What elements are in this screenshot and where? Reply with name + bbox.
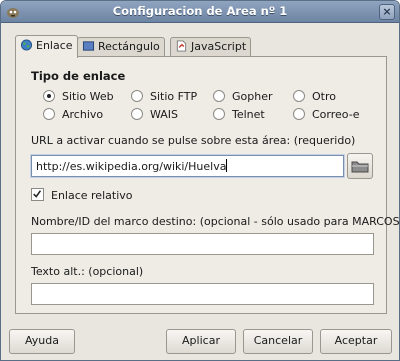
dialog-window: Configuracion de Area nº 1 × Enlace Rect… <box>0 0 400 361</box>
url-label: URL a activar cuando se pulse sobre esta… <box>31 134 356 147</box>
radio-label: Sitio FTP <box>150 90 198 103</box>
radio-label: Otro <box>312 90 336 103</box>
radio-button[interactable] <box>293 90 305 102</box>
radio-label: WAIS <box>150 108 179 121</box>
relative-link-checkbox[interactable]: Enlace relativo <box>31 188 133 202</box>
radio-button[interactable] <box>213 90 225 102</box>
browse-button[interactable] <box>347 153 373 179</box>
tab-label: JavaScript <box>191 40 247 53</box>
title-bar[interactable]: Configuracion de Area nº 1 × <box>1 1 399 23</box>
url-input[interactable]: http://es.wikipedia.org/wiki/Huelva <box>31 155 344 177</box>
tab-label: Enlace <box>36 39 73 52</box>
radio-sitio-web[interactable]: Sitio Web <box>43 90 114 103</box>
rectangle-icon <box>82 41 95 51</box>
radio-button[interactable] <box>131 108 143 120</box>
radio-label: Sitio Web <box>62 90 114 103</box>
radio-telnet[interactable]: Telnet <box>213 108 265 121</box>
tab-label: Rectángulo <box>98 40 160 53</box>
alt-label: Texto alt.: (opcional) <box>31 265 144 278</box>
apply-button[interactable]: Aplicar <box>166 329 236 354</box>
checkmark-icon <box>33 190 42 198</box>
radio-button[interactable] <box>131 90 143 102</box>
radio-label: Archivo <box>62 108 104 121</box>
tab-javascript[interactable]: JavaScript <box>170 37 252 56</box>
window-title: Configuracion de Area nº 1 <box>112 4 288 18</box>
radio-button[interactable] <box>293 108 305 120</box>
radio-correo-e[interactable]: Correo-e <box>293 108 359 121</box>
checkbox[interactable] <box>31 188 44 201</box>
frame-input[interactable] <box>31 233 374 255</box>
radio-label: Correo-e <box>312 108 360 121</box>
radio-label: Telnet <box>232 108 265 121</box>
checkbox-label: Enlace relativo <box>51 189 133 202</box>
folder-icon <box>351 161 369 173</box>
radio-otro[interactable]: Otro <box>293 90 336 103</box>
radio-wais[interactable]: WAIS <box>131 108 178 121</box>
help-button[interactable]: Ayuda <box>9 329 75 354</box>
radio-sitio-ftp[interactable]: Sitio FTP <box>131 90 197 103</box>
cancel-button[interactable]: Cancelar <box>243 329 313 354</box>
frame-label: Nombre/ID del marco destino: (opcional -… <box>31 215 400 228</box>
close-icon[interactable]: × <box>379 4 395 20</box>
radio-button[interactable] <box>43 90 55 102</box>
link-type-heading: Tipo de enlace <box>31 69 126 83</box>
radio-gopher[interactable]: Gopher <box>213 90 273 103</box>
tab-panel-enlace: Tipo de enlace Sitio Web Sitio FTP Gophe… <box>15 56 399 314</box>
accept-button[interactable]: Aceptar <box>320 329 392 354</box>
radio-label: Gopher <box>232 90 273 103</box>
radio-archivo[interactable]: Archivo <box>43 108 103 121</box>
globe-icon <box>20 39 33 51</box>
text-caret <box>226 159 228 172</box>
radio-button[interactable] <box>43 108 55 120</box>
url-value: http://es.wikipedia.org/wiki/Huelva <box>36 160 227 173</box>
tab-rectangulo[interactable]: Rectángulo <box>77 37 165 56</box>
javascript-icon <box>176 40 187 52</box>
tab-enlace[interactable]: Enlace <box>15 35 78 58</box>
alt-input[interactable] <box>31 283 374 305</box>
radio-button[interactable] <box>213 108 225 120</box>
